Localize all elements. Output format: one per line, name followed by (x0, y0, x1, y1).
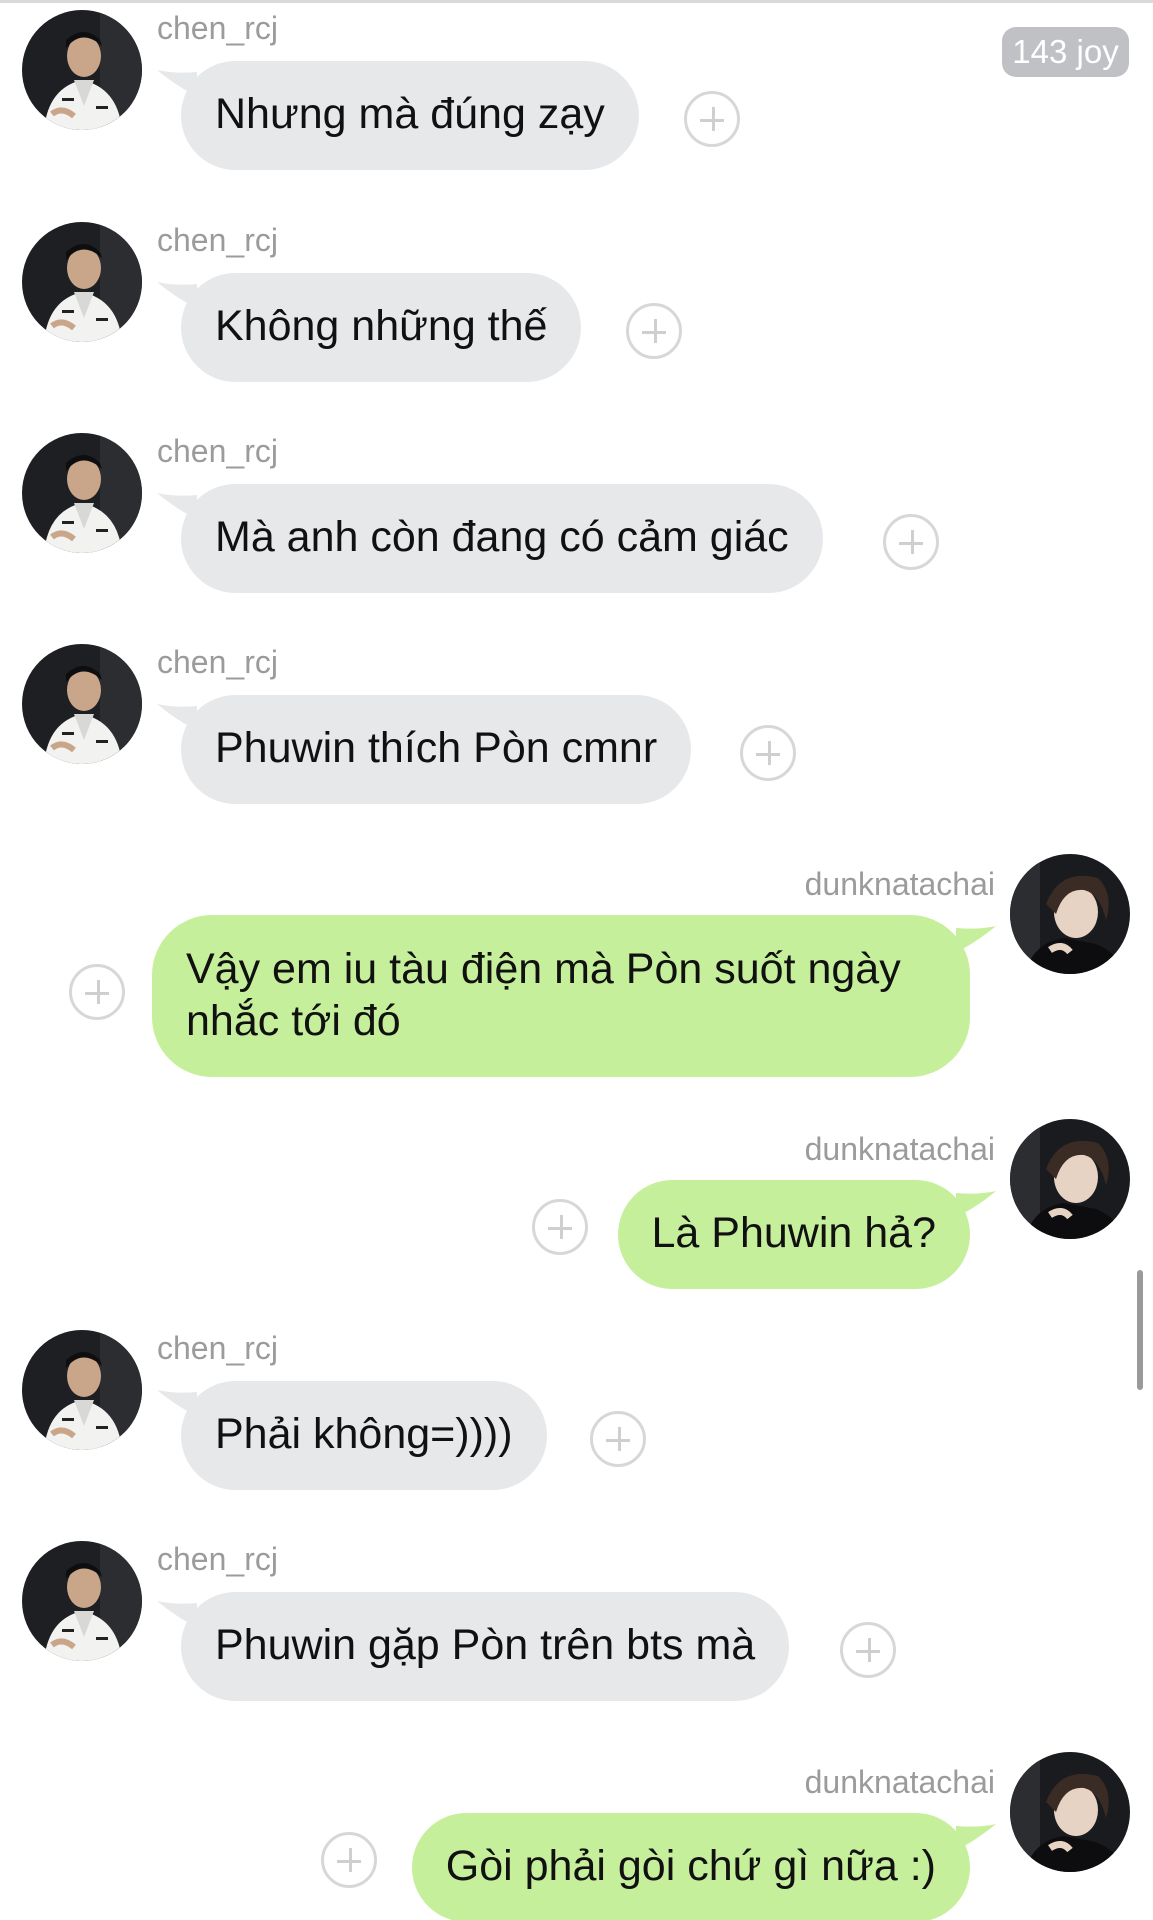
avatar-chen-rcj[interactable] (22, 10, 142, 130)
plus-circle-icon[interactable] (626, 303, 682, 359)
message-bubble[interactable]: Phải không=)))) (181, 1381, 547, 1490)
plus-circle-icon[interactable] (532, 1199, 588, 1255)
message-bubble[interactable]: Phuwin thích Pòn cmnr (181, 695, 692, 804)
plus-circle-icon[interactable] (840, 1622, 896, 1678)
sender-name: dunknatachai (804, 1131, 995, 1167)
avatar-chen-rcj[interactable] (22, 1330, 142, 1450)
message-row: dunknatachai Vậy em iu tàu điện mà Pòn s… (0, 854, 1153, 1077)
avatar-chen-rcj[interactable] (22, 222, 142, 342)
plus-circle-icon[interactable] (69, 964, 125, 1020)
message-row: chen_rcj Không những thế (0, 212, 1153, 382)
plus-circle-icon[interactable] (740, 725, 796, 781)
message-row: chen_rcj Nhưng mà đúng zạy (0, 0, 1153, 170)
avatar-dunknatachai[interactable] (1010, 1119, 1130, 1239)
message-bubble[interactable]: Gòi phải gòi chứ gì nữa :) (411, 1813, 970, 1920)
message-row: chen_rcj Phuwin gặp Pòn trên bts mà (0, 1531, 1153, 1701)
message-row: chen_rcj Phải không=)))) (0, 1320, 1153, 1490)
plus-circle-icon[interactable] (590, 1411, 646, 1467)
sender-name: chen_rcj (157, 433, 278, 469)
plus-circle-icon[interactable] (684, 91, 740, 147)
avatar-chen-rcj[interactable] (22, 433, 142, 553)
avatar-chen-rcj[interactable] (22, 644, 142, 764)
message-row: dunknatachai Là Phuwin hả? (0, 1119, 1153, 1289)
message-bubble[interactable]: Không những thế (181, 273, 582, 382)
sender-name: chen_rcj (157, 1541, 278, 1577)
sender-name: chen_rcj (157, 644, 278, 680)
plus-circle-icon[interactable] (883, 514, 939, 570)
avatar-chen-rcj[interactable] (22, 1541, 142, 1661)
plus-circle-icon[interactable] (321, 1832, 377, 1888)
message-bubble[interactable]: Mà anh còn đang có cảm giác (181, 484, 823, 593)
sender-name: chen_rcj (157, 1330, 278, 1366)
message-row: dunknatachai Gòi phải gòi chứ gì nữa :) (0, 1752, 1153, 1920)
avatar-dunknatachai[interactable] (1010, 1752, 1130, 1872)
sender-name: dunknatachai (804, 866, 995, 902)
sender-name: chen_rcj (157, 10, 278, 46)
message-bubble[interactable]: Phuwin gặp Pòn trên bts mà (181, 1592, 790, 1701)
sender-name: chen_rcj (157, 222, 278, 258)
sender-name: dunknatachai (804, 1764, 995, 1800)
message-bubble[interactable]: Là Phuwin hả? (617, 1180, 970, 1289)
message-row: chen_rcj Mà anh còn đang có cảm giác (0, 423, 1153, 593)
message-row: chen_rcj Phuwin thích Pòn cmnr (0, 634, 1153, 804)
message-bubble[interactable]: Nhưng mà đúng zạy (181, 61, 639, 170)
scrollbar-thumb[interactable] (1137, 1270, 1143, 1390)
message-bubble[interactable]: Vậy em iu tàu điện mà Pòn suốt ngày nhắc… (152, 915, 970, 1077)
avatar-dunknatachai[interactable] (1010, 854, 1130, 974)
